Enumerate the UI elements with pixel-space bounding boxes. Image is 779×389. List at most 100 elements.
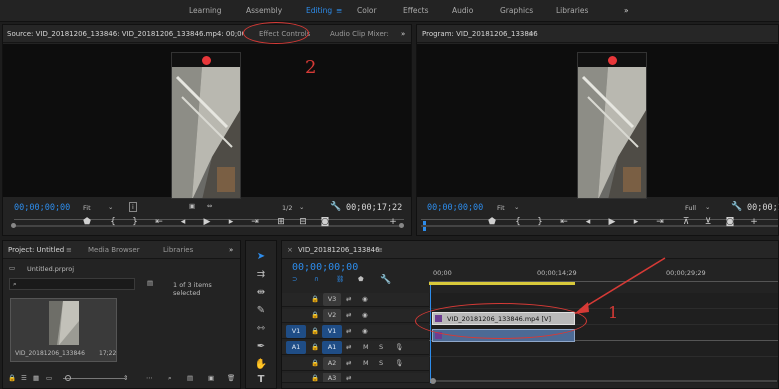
snap-in-timeline-icon[interactable]: ∩ (314, 275, 319, 283)
step-forward-icon[interactable]: ▸ (224, 217, 238, 227)
tab-sequence[interactable]: VID_20181206_133846 (298, 246, 380, 254)
project-search-input[interactable]: ⌕ (9, 278, 135, 290)
ripple-edit-tool-icon[interactable]: ⇹ (253, 285, 269, 301)
mark-out-icon[interactable]: } (128, 217, 142, 227)
track-a2-name[interactable]: A2 (323, 357, 341, 370)
workspace-menu-icon[interactable]: ≡ (336, 6, 342, 15)
freeform-view-icon[interactable]: ▭ (46, 374, 52, 382)
project-clip-thumbnail[interactable]: VID_20181206_133846 17;22 (10, 298, 117, 362)
sync-lock-icon[interactable]: ⇄ (346, 359, 351, 367)
solo-button[interactable]: S (379, 343, 383, 351)
source-timecode[interactable]: 00;00;00;00 (14, 203, 70, 213)
hand-tool-icon[interactable]: ✋ (253, 357, 269, 373)
step-back-icon[interactable]: ◂ (176, 217, 190, 227)
workspace-assembly[interactable]: Assembly (246, 6, 282, 15)
go-to-in-icon[interactable]: ⇤ (557, 217, 571, 227)
add-marker-icon[interactable]: ⬟ (358, 275, 364, 283)
mark-in-icon[interactable]: { (511, 217, 525, 227)
track-v1-name[interactable]: V1 (322, 325, 342, 338)
insert-icon[interactable]: ▣ (189, 202, 195, 210)
solo-button[interactable]: S (379, 359, 383, 367)
lock-icon[interactable]: 🔒 (311, 343, 319, 351)
timeline-menu-icon[interactable]: ≡ (377, 246, 383, 254)
more-tabs-icon[interactable]: » (401, 30, 405, 38)
sync-lock-icon[interactable]: ⇄ (346, 295, 351, 303)
track-v2-name[interactable]: V2 (323, 309, 341, 322)
tab-libraries[interactable]: Libraries (163, 246, 193, 254)
new-bin-icon[interactable]: ▤ (147, 279, 153, 287)
source-resolution-select[interactable]: 1/2 (282, 204, 292, 212)
lock-icon[interactable]: 🔒 (311, 295, 319, 303)
workspace-learning[interactable]: Learning (189, 6, 222, 15)
go-to-out-icon[interactable]: ⇥ (248, 217, 262, 227)
camera-icon[interactable]: ◙ (723, 217, 737, 227)
zoom-slider[interactable] (63, 378, 125, 379)
timeline-scroll-bar[interactable] (430, 378, 777, 384)
automate-icon[interactable]: ⋯ (146, 374, 153, 382)
slip-tool-icon[interactable]: ⇿ (253, 321, 269, 337)
sync-lock-icon[interactable]: ⇄ (346, 343, 351, 351)
pen-tool-icon[interactable]: ✒ (253, 339, 269, 355)
tab-audio-clip-mixer[interactable]: Audio Clip Mixer: (330, 30, 389, 38)
source-fit-select[interactable]: Fit (83, 204, 91, 212)
microphone-icon[interactable]: 🎙 (395, 359, 403, 367)
razor-tool-icon[interactable]: ✎ (253, 303, 269, 319)
step-forward-icon[interactable]: ▸ (629, 217, 643, 227)
marker-icon[interactable]: ⬟ (485, 217, 499, 227)
mark-out-icon[interactable]: } (533, 217, 547, 227)
extract-icon[interactable]: ⊻ (701, 217, 715, 227)
mark-in-icon[interactable]: { (106, 217, 120, 227)
tab-source[interactable]: Source: VID_20181206_133846: VID_2018120… (7, 30, 243, 38)
tab-program[interactable]: Program: VID_20181206_133846 (422, 30, 538, 38)
wrench-icon[interactable]: 🔧 (380, 275, 391, 285)
new-bin-icon[interactable]: ▤ (187, 374, 193, 382)
track-v3-name[interactable]: V3 (323, 293, 341, 306)
sort-icon[interactable]: ⇕ (123, 374, 128, 382)
lock-icon[interactable]: 🔒 (311, 374, 319, 382)
track-a1-name[interactable]: A1 (322, 341, 342, 354)
lock-icon[interactable]: 🔒 (311, 311, 319, 319)
workspace-graphics[interactable]: Graphics (500, 6, 533, 15)
icon-view-icon[interactable]: ▦ (33, 374, 39, 382)
drag-video-icon[interactable]: ⇔ (207, 202, 212, 210)
eye-icon[interactable]: ◉ (362, 327, 368, 335)
workspace-effects[interactable]: Effects (403, 6, 429, 15)
workspace-audio[interactable]: Audio (452, 6, 473, 15)
tab-media-browser[interactable]: Media Browser (88, 246, 140, 254)
lock-icon[interactable]: 🔒 (311, 359, 319, 367)
linked-selection-icon[interactable]: ⛓ (336, 275, 344, 283)
lift-icon[interactable]: ⊼ (679, 217, 693, 227)
source-patch-a1[interactable]: A1 (286, 341, 306, 354)
marker-icon[interactable]: ⬟ (80, 217, 94, 227)
mute-button[interactable]: M (363, 343, 369, 351)
workspace-color[interactable]: Color (357, 6, 377, 15)
sync-lock-icon[interactable]: ⇄ (346, 311, 351, 319)
program-fit-select[interactable]: Fit (497, 204, 505, 212)
wrench-icon[interactable]: 🔧 (330, 202, 341, 212)
add-button-icon[interactable]: + (747, 217, 761, 227)
project-menu-icon[interactable]: ≡ (66, 246, 72, 254)
step-back-icon[interactable]: ◂ (581, 217, 595, 227)
source-scroll-handle-left[interactable] (11, 223, 16, 228)
list-view-icon[interactable]: ☰ (21, 374, 27, 382)
selection-tool-icon[interactable]: ➤ (253, 249, 269, 265)
close-icon[interactable]: × (287, 246, 293, 254)
sync-lock-icon[interactable]: ⇄ (346, 327, 351, 335)
trash-icon[interactable]: 🗑 (227, 374, 235, 382)
tab-project[interactable]: Project: Untitled (8, 246, 64, 254)
microphone-icon[interactable]: 🎙 (395, 343, 403, 351)
settings-icon[interactable]: i (129, 202, 137, 212)
workspace-editing[interactable]: Editing (306, 6, 332, 15)
wrench-icon[interactable]: 🔧 (731, 202, 742, 212)
snap-icon[interactable]: ⊃ (292, 275, 297, 283)
camera-icon[interactable]: ◙ (318, 217, 332, 227)
eye-icon[interactable]: ◉ (362, 295, 368, 303)
program-timecode[interactable]: 00;00;00;00 (427, 203, 483, 213)
lock-icon[interactable]: 🔒 (311, 327, 319, 335)
insert-clip-icon[interactable]: ⊞ (274, 217, 288, 227)
go-to-out-icon[interactable]: ⇥ (653, 217, 667, 227)
eye-icon[interactable]: ◉ (362, 311, 368, 319)
play-icon[interactable]: ▶ (605, 217, 619, 227)
new-item-icon[interactable]: ▣ (208, 374, 214, 382)
go-to-in-icon[interactable]: ⇤ (152, 217, 166, 227)
